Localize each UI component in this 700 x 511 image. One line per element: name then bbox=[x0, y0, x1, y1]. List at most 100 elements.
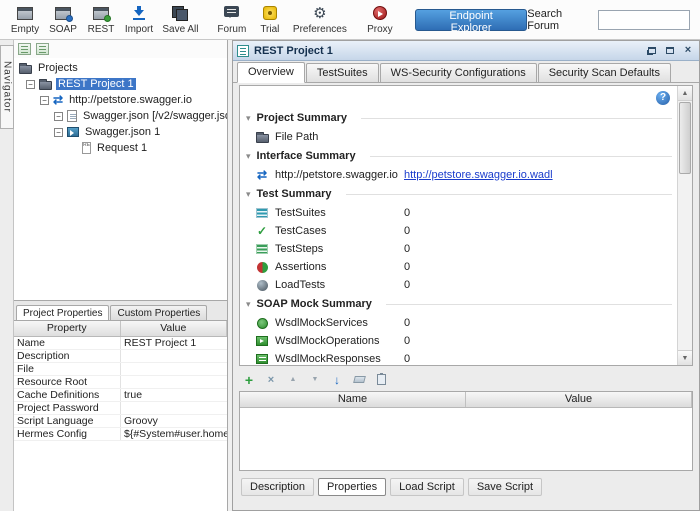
search-forum-input[interactable] bbox=[598, 10, 690, 30]
tab-overview[interactable]: Overview bbox=[237, 62, 305, 83]
float-window-button[interactable] bbox=[645, 44, 659, 57]
preferences-gear-icon: ⚙ bbox=[313, 5, 326, 22]
table-row: Project Password bbox=[14, 402, 227, 415]
property-value-cell[interactable] bbox=[121, 363, 227, 375]
tree-item-interface[interactable]: − ⇄ http://petstore.swagger.io bbox=[14, 92, 227, 108]
column-header-name: Name bbox=[240, 392, 466, 407]
tree-label-resource: Swagger.json [/v2/swagger.json] bbox=[81, 110, 227, 122]
toolbar-button-import[interactable]: Import bbox=[120, 1, 158, 39]
toolbar-button-soap[interactable]: SOAP bbox=[44, 1, 82, 39]
tab-testsuites[interactable]: TestSuites bbox=[306, 63, 379, 82]
add-property-button[interactable]: + bbox=[242, 372, 256, 387]
move-property-up-button[interactable]: ▲ bbox=[286, 372, 300, 387]
section-header-interface-summary[interactable]: ▾ Interface Summary bbox=[240, 146, 676, 166]
project-tab-bar: Overview TestSuites WS-Security Configur… bbox=[233, 61, 699, 83]
trial-icon bbox=[263, 5, 277, 22]
tree-label-interface: http://petstore.swagger.io bbox=[67, 94, 194, 106]
table-row: Name REST Project 1 bbox=[14, 337, 227, 350]
toolbar-button-trial[interactable]: Trial bbox=[251, 1, 289, 39]
tab-save-script[interactable]: Save Script bbox=[468, 478, 542, 496]
scrollbar-thumb[interactable] bbox=[679, 102, 691, 174]
tree-item-method[interactable]: − Swagger.json 1 bbox=[14, 124, 227, 140]
project-properties-panel: Project Properties Custom Properties Pro… bbox=[14, 300, 227, 511]
tab-description[interactable]: Description bbox=[241, 478, 314, 496]
load-properties-button[interactable] bbox=[374, 372, 388, 387]
scroll-down-icon[interactable]: ▼ bbox=[678, 350, 692, 365]
mockoperations-label: WsdlMockOperations bbox=[275, 335, 380, 347]
interface-label: http://petstore.swagger.io bbox=[275, 169, 398, 181]
project-folder-icon bbox=[39, 81, 52, 90]
tree-item-rest-project[interactable]: − REST Project 1 bbox=[14, 76, 227, 92]
property-value-cell[interactable]: true bbox=[121, 389, 227, 401]
property-value-cell[interactable] bbox=[121, 350, 227, 362]
tree-label-method: Swagger.json 1 bbox=[83, 126, 162, 138]
mockservices-count: 0 bbox=[404, 317, 410, 329]
property-value-cell[interactable] bbox=[121, 402, 227, 414]
property-value-cell[interactable] bbox=[121, 376, 227, 388]
testsuites-icon bbox=[256, 208, 268, 218]
chevron-down-icon: ▾ bbox=[246, 299, 251, 310]
overview-sections: ▾ Project Summary File Path ▾ Interface … bbox=[240, 108, 676, 365]
section-header-test-summary[interactable]: ▾ Test Summary bbox=[240, 184, 676, 204]
toolbar-button-preferences[interactable]: ⚙ Preferences bbox=[289, 1, 351, 39]
soap-project-icon bbox=[55, 5, 71, 22]
toolbar-button-empty[interactable]: Empty bbox=[6, 1, 44, 39]
section-header-project-summary[interactable]: ▾ Project Summary bbox=[240, 108, 676, 128]
navigator-side-tab[interactable]: Navigator bbox=[0, 45, 14, 129]
property-name-cell: Hermes Config bbox=[14, 428, 121, 440]
forum-icon bbox=[224, 5, 239, 22]
collapse-handle-icon[interactable]: − bbox=[54, 112, 63, 121]
tree-item-request[interactable]: REST Request 1 bbox=[14, 140, 227, 156]
navigator-toolbar-icon-1[interactable] bbox=[18, 43, 31, 55]
toolbar-button-forum[interactable]: Forum bbox=[213, 1, 251, 39]
tab-load-script[interactable]: Load Script bbox=[390, 478, 464, 496]
sort-properties-button[interactable]: ↓ bbox=[330, 372, 344, 387]
property-value-cell[interactable]: REST Project 1 bbox=[121, 337, 227, 349]
property-value-cell[interactable]: ${#System#user.home... bbox=[121, 428, 227, 440]
toolbar-button-save-all[interactable]: Save All bbox=[158, 1, 203, 39]
tab-properties[interactable]: Properties bbox=[318, 478, 386, 496]
close-window-button[interactable]: × bbox=[681, 44, 695, 57]
scroll-up-icon[interactable]: ▲ bbox=[678, 86, 692, 101]
project-properties-table: Property Value Name REST Project 1 Descr… bbox=[14, 320, 227, 511]
toolbar-label-rest: REST bbox=[88, 24, 115, 35]
endpoint-explorer-button[interactable]: Endpoint Explorer bbox=[415, 9, 527, 31]
toolbar-button-rest[interactable]: REST bbox=[82, 1, 120, 39]
interface-wadl-link[interactable]: http://petstore.swagger.io.wadl bbox=[404, 169, 553, 181]
remove-property-button[interactable]: × bbox=[264, 372, 278, 387]
move-property-down-button[interactable]: ▼ bbox=[308, 372, 322, 387]
testcases-icon: ✓ bbox=[257, 225, 267, 237]
tab-custom-properties[interactable]: Custom Properties bbox=[110, 305, 207, 320]
tab-security-scan-defaults[interactable]: Security Scan Defaults bbox=[538, 63, 671, 82]
tab-project-properties[interactable]: Project Properties bbox=[16, 305, 109, 320]
project-window-titlebar[interactable]: REST Project 1 × bbox=[233, 41, 699, 61]
loadtests-icon bbox=[257, 280, 268, 291]
tab-ws-security-configurations[interactable]: WS-Security Configurations bbox=[380, 63, 537, 82]
eraser-icon bbox=[353, 376, 366, 383]
property-value-cell[interactable]: Groovy bbox=[121, 415, 227, 427]
tree-item-projects[interactable]: Projects bbox=[14, 60, 227, 76]
testsuites-count: 0 bbox=[404, 207, 410, 219]
tree-item-resource[interactable]: − Swagger.json [/v2/swagger.json] bbox=[14, 108, 227, 124]
assertions-label: Assertions bbox=[275, 261, 326, 273]
collapse-handle-icon[interactable]: − bbox=[54, 128, 63, 137]
toolbar-label-soap: SOAP bbox=[49, 24, 77, 35]
toolbar-button-proxy[interactable]: Proxy bbox=[361, 1, 399, 39]
table-row: Resource Root bbox=[14, 376, 227, 389]
clear-properties-button[interactable] bbox=[352, 372, 366, 387]
mockservices-label: WsdlMockServices bbox=[275, 317, 368, 329]
section-title: Test Summary bbox=[257, 188, 332, 200]
navigator-toolbar-icon-2[interactable] bbox=[36, 43, 49, 55]
column-header-value: Value bbox=[466, 392, 692, 407]
collapse-handle-icon[interactable]: − bbox=[40, 96, 49, 105]
properties-table-header: Name Value bbox=[240, 392, 692, 408]
tree-label-request: Request 1 bbox=[95, 142, 149, 154]
section-header-soap-mock-summary[interactable]: ▾ SOAP Mock Summary bbox=[240, 294, 676, 314]
scrollbar[interactable]: ▲ ▼ bbox=[677, 86, 692, 365]
column-header-property: Property bbox=[14, 321, 121, 336]
toolbar-label-save-all: Save All bbox=[162, 24, 198, 35]
collapse-handle-icon[interactable]: − bbox=[26, 80, 35, 89]
help-icon[interactable]: ? bbox=[656, 91, 670, 105]
tree-label-projects: Projects bbox=[36, 62, 80, 74]
maximize-window-button[interactable] bbox=[663, 44, 677, 57]
